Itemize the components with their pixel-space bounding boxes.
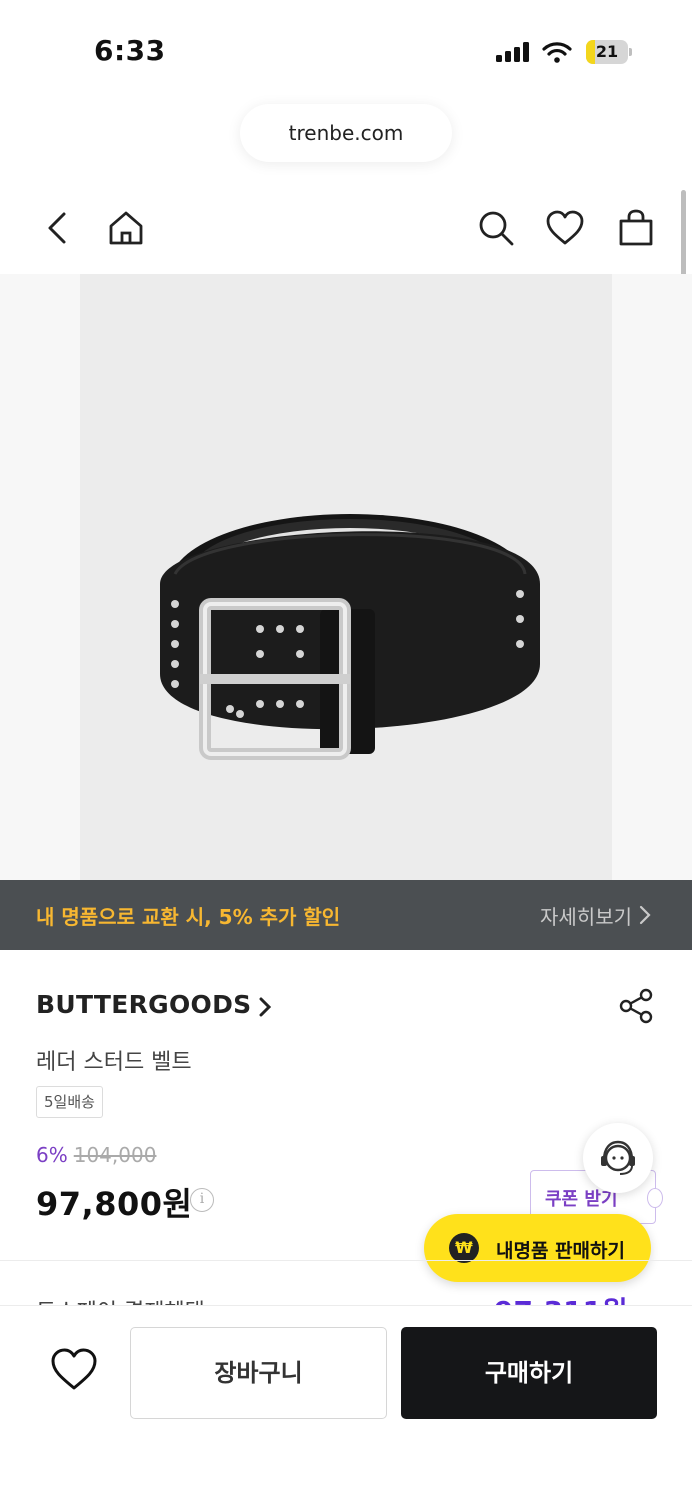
battery-level: 21 [595, 42, 619, 61]
shopping-bag-icon[interactable] [616, 208, 656, 248]
final-price: 97,800원 [36, 1185, 193, 1223]
heart-icon[interactable] [545, 208, 585, 248]
add-to-cart-button[interactable]: 장바구니 [130, 1327, 387, 1419]
headset-icon [601, 1140, 635, 1175]
discount-rate: 6% [36, 1143, 68, 1167]
url-bar[interactable]: trenbe.com [240, 104, 452, 162]
search-icon[interactable] [476, 208, 516, 248]
chevron-right-icon [639, 905, 651, 925]
original-price: 104,000 [73, 1143, 157, 1167]
won-coin-icon: ₩ [449, 1233, 479, 1263]
share-icon[interactable] [618, 988, 654, 1024]
promo-text: 내 명품으로 교환 시, 5% 추가 할인 [36, 905, 341, 929]
status-bar: 6:33 21 [0, 0, 692, 100]
product-name: 레더 스터드 벨트 [36, 1050, 192, 1075]
top-nav-bar [0, 196, 692, 264]
status-time: 6:33 [94, 34, 166, 67]
customer-support-button[interactable] [583, 1123, 653, 1193]
back-icon[interactable] [38, 208, 78, 248]
brand-name: BUTTERGOODS [36, 990, 252, 1019]
home-icon[interactable] [106, 208, 146, 248]
buy-now-button[interactable]: 구매하기 [401, 1327, 657, 1419]
product-gallery[interactable] [0, 274, 692, 880]
sell-my-item-button[interactable]: ₩ 내명품 판매하기 [424, 1214, 651, 1282]
info-icon[interactable]: i [190, 1188, 214, 1212]
sell-label: 내명품 판매하기 [496, 1240, 625, 1262]
promo-detail-link[interactable]: 자세히보기 [540, 901, 632, 930]
chevron-right-icon [259, 997, 272, 1017]
benefit-price: 97,311원 [494, 1292, 628, 1306]
divider [0, 1260, 692, 1261]
battery-indicator: 21 [586, 40, 632, 64]
price-discount-row: 6% 104,000 [36, 1143, 156, 1167]
wishlist-heart-icon[interactable] [50, 1346, 98, 1394]
signal-icon [496, 42, 532, 62]
payment-benefit-row: 토스페이 결제혜택 97,311원 [0, 1292, 692, 1306]
product-image [80, 274, 612, 880]
exchange-promo-banner[interactable]: 내 명품으로 교환 시, 5% 추가 할인 자세히보기 [0, 880, 692, 950]
brand-link[interactable]: BUTTERGOODS [36, 990, 272, 1024]
wifi-icon [542, 40, 572, 64]
delivery-badge: 5일배송 [36, 1086, 103, 1118]
